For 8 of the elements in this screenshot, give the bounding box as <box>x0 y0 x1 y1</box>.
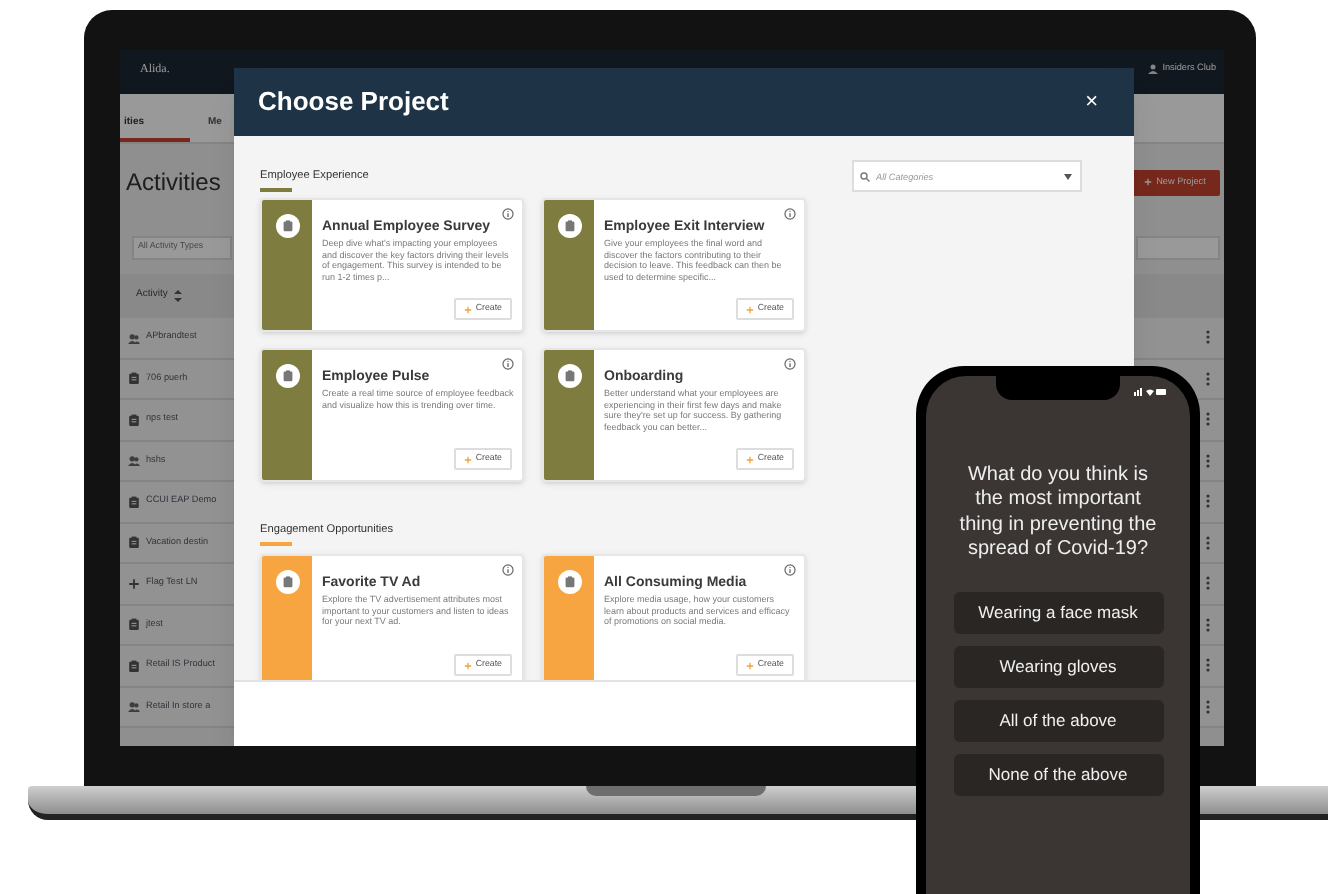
modal-title: Choose Project <box>258 84 449 121</box>
page-title: Activities <box>126 166 221 200</box>
survey-question: What do you think is the most important thing in preventing the spread of Covid-19? <box>958 464 1158 564</box>
answer-option[interactable]: All of the above <box>953 699 1163 742</box>
answer-option[interactable]: Wearing a face mask <box>953 591 1163 634</box>
answer-option[interactable]: None of the above <box>953 753 1163 796</box>
answer-option[interactable]: Wearing gloves <box>953 645 1163 688</box>
close-button[interactable]: × <box>1085 85 1098 119</box>
